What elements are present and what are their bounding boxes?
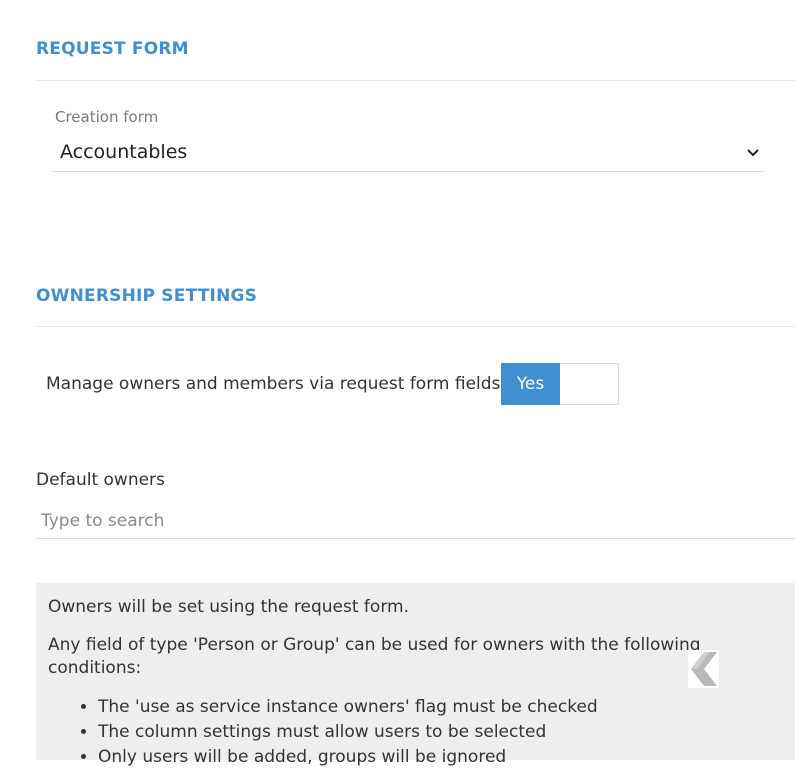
scroll-arrow-button[interactable]: [688, 650, 719, 688]
creation-form-select[interactable]: Accountables: [53, 137, 763, 172]
toggle-yes: Yes: [501, 363, 560, 405]
list-item: The column settings must allow users to …: [98, 720, 783, 745]
request-form-title: REQUEST FORM: [36, 39, 189, 59]
manage-owners-toggle[interactable]: Yes: [501, 363, 619, 405]
chevron-down-icon: [747, 149, 759, 157]
default-owners-search-input[interactable]: [36, 503, 795, 539]
info-line-2: Any field of type 'Person or Group' can …: [48, 635, 701, 678]
conditions-list: The 'use as service instance owners' fla…: [48, 695, 783, 770]
list-item: Only users will be added, groups will be…: [98, 745, 783, 770]
default-owners-label: Default owners: [36, 470, 165, 490]
info-box: Owners will be set using the request for…: [36, 583, 795, 767]
info-line-1: Owners will be set using the request for…: [48, 597, 409, 617]
creation-form-value: Accountables: [60, 141, 188, 163]
manage-owners-label: Manage owners and members via request fo…: [46, 374, 501, 394]
ownership-divider: [36, 326, 795, 327]
list-item: The 'use as service instance owners' fla…: [98, 695, 783, 720]
request-form-divider: [36, 80, 795, 81]
creation-form-label: Creation form: [55, 108, 159, 126]
chevron-left-icon: [691, 652, 717, 686]
ownership-settings-title: OWNERSHIP SETTINGS: [36, 286, 258, 306]
